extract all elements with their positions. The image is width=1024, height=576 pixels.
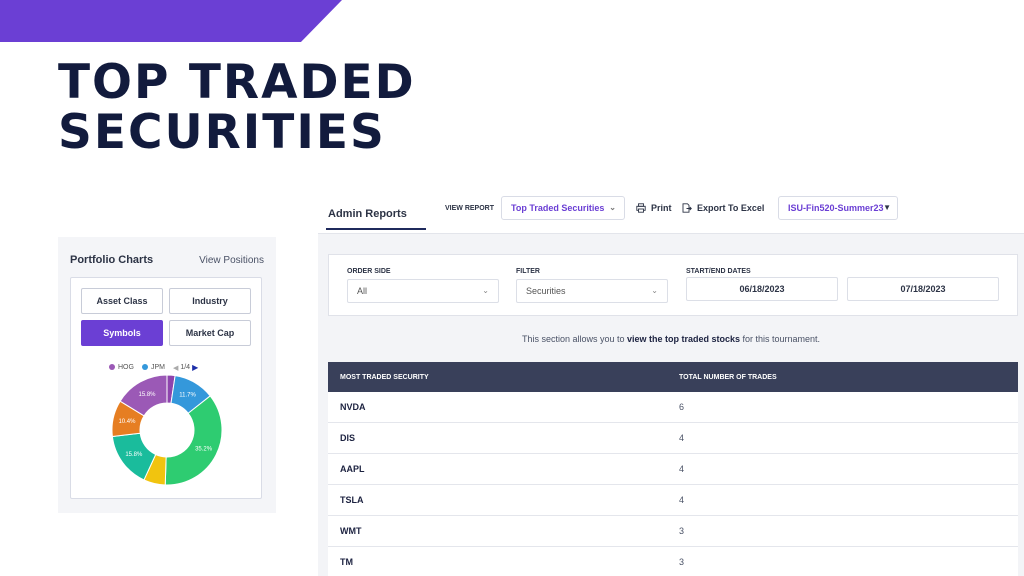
- donut-label-5: 10.4%: [118, 419, 136, 425]
- row-trade-count: 4: [679, 495, 685, 505]
- report-select-value: Top Traded Securities: [511, 203, 605, 213]
- donut-slice-2[interactable]: [164, 395, 223, 486]
- table-row[interactable]: WMT 3: [328, 516, 1018, 547]
- legend-page-indicator: 1/4: [180, 364, 191, 371]
- symbols-button[interactable]: Symbols: [81, 320, 163, 346]
- row-symbol: WMT: [340, 526, 362, 536]
- section-description: This section allows you to view the top …: [318, 334, 1024, 344]
- dates-label: START/END DATES: [686, 268, 751, 275]
- legend-label-hog: HOG: [118, 364, 134, 371]
- header-most-traded-security[interactable]: MOST TRADED SECURITY: [328, 374, 679, 381]
- row-trade-count: 4: [679, 433, 685, 443]
- info-suffix: for this tournament.: [740, 334, 821, 344]
- legend-dot-jpm: [141, 364, 148, 371]
- legend-item-hog[interactable]: HOG: [109, 364, 134, 371]
- order-side-select[interactable]: All ⌄: [347, 279, 499, 303]
- donut-label-2: 35.2%: [195, 446, 213, 452]
- chevron-down-icon: ⌄: [651, 286, 658, 295]
- chart-legend: HOG JPM ◀ 1/4 ▶: [109, 363, 198, 372]
- portfolio-chart-card: Asset Class Industry Symbols Market Cap …: [70, 277, 262, 499]
- table-header: MOST TRADED SECURITY TOTAL NUMBER OF TRA…: [328, 362, 1018, 392]
- legend-label-jpm: JPM: [150, 364, 165, 371]
- donut-label-6: 15.8%: [138, 392, 156, 398]
- filters-card: ORDER SIDE All ⌄ FILTER Securities ⌄ STA…: [328, 254, 1018, 316]
- filter-select[interactable]: Securities ⌄: [516, 279, 668, 303]
- symbols-donut-chart: 11.7% 35.2% 15.8% 10.4% 15.8%: [111, 374, 223, 486]
- export-label: Export To Excel: [697, 203, 765, 213]
- next-page-icon[interactable]: ▶: [192, 363, 198, 372]
- admin-reports-panel: Admin Reports VIEW REPORT Top Traded Sec…: [318, 190, 1024, 576]
- filter-value: Securities: [526, 286, 566, 296]
- industry-button[interactable]: Industry: [169, 288, 251, 314]
- table-row[interactable]: DIS 4: [328, 423, 1018, 454]
- end-date-input[interactable]: 07/18/2023: [847, 277, 999, 301]
- chevron-down-icon: ⌄: [609, 203, 616, 212]
- chevron-down-icon: ⌄: [482, 286, 489, 295]
- export-to-excel-button[interactable]: Export To Excel: [682, 203, 764, 213]
- caret-down-icon: ▼: [883, 203, 891, 212]
- market-cap-button[interactable]: Market Cap: [169, 320, 251, 346]
- filter-label: FILTER: [516, 268, 540, 275]
- legend-item-jpm[interactable]: JPM: [141, 364, 165, 371]
- active-tab-indicator: [326, 228, 426, 230]
- row-trade-count: 4: [679, 464, 685, 474]
- row-symbol: DIS: [340, 433, 356, 443]
- donut-label-1: 11.7%: [179, 393, 196, 399]
- table-row[interactable]: AAPL 4: [328, 454, 1018, 485]
- accent-band: [0, 0, 342, 42]
- print-button[interactable]: Print: [636, 203, 672, 213]
- slide: TOP TRADED SECURITIES Portfolio Charts V…: [0, 0, 1024, 576]
- print-label: Print: [651, 203, 672, 213]
- order-side-label: ORDER SIDE: [347, 268, 391, 275]
- info-prefix: This section allows you to: [521, 334, 627, 344]
- tab-admin-reports[interactable]: Admin Reports: [328, 208, 407, 220]
- table-row[interactable]: NVDA 6: [328, 392, 1018, 423]
- header-total-number-of-trades[interactable]: TOTAL NUMBER OF TRADES: [679, 374, 1018, 381]
- portfolio-title: Portfolio Charts: [70, 254, 154, 266]
- row-trade-count: 6: [679, 402, 685, 412]
- donut-label-4: 15.8%: [125, 452, 143, 458]
- row-symbol: NVDA: [340, 402, 366, 412]
- row-symbol: AAPL: [340, 464, 365, 474]
- report-select[interactable]: Top Traded Securities ⌄: [501, 196, 625, 220]
- legend-pager: ◀ 1/4 ▶: [173, 363, 198, 372]
- admin-topbar: Admin Reports VIEW REPORT Top Traded Sec…: [318, 190, 1024, 234]
- portfolio-charts-panel: Portfolio Charts View Positions Asset Cl…: [58, 237, 276, 513]
- top-traded-table: MOST TRADED SECURITY TOTAL NUMBER OF TRA…: [328, 362, 1018, 576]
- printer-icon: [636, 203, 646, 213]
- table-row[interactable]: TSLA 4: [328, 485, 1018, 516]
- export-file-icon: [682, 203, 692, 213]
- row-trade-count: 3: [679, 557, 685, 567]
- slide-title-line-1: TOP TRADED: [58, 55, 416, 110]
- legend-dot-hog: [109, 364, 115, 371]
- asset-class-button[interactable]: Asset Class: [81, 288, 163, 314]
- row-symbol: TSLA: [340, 495, 364, 505]
- view-positions-link[interactable]: View Positions: [199, 255, 264, 266]
- info-bold: view the top traded stocks: [626, 334, 741, 344]
- row-symbol: TM: [340, 557, 353, 567]
- slide-title-line-2: SECURITIES: [58, 105, 386, 160]
- tournament-select[interactable]: ISU-Fin520-Summer23 ▼: [778, 196, 898, 220]
- prev-page-icon[interactable]: ◀: [173, 364, 178, 372]
- tournament-value: ISU-Fin520-Summer23: [788, 203, 884, 213]
- start-date-input[interactable]: 06/18/2023: [686, 277, 838, 301]
- slide-title: TOP TRADED SECURITIES: [58, 58, 416, 158]
- order-side-value: All: [357, 286, 368, 296]
- row-trade-count: 3: [679, 526, 685, 536]
- table-row[interactable]: TM 3: [328, 547, 1018, 576]
- portfolio-header: Portfolio Charts View Positions: [70, 254, 264, 266]
- view-report-label: VIEW REPORT: [445, 205, 495, 212]
